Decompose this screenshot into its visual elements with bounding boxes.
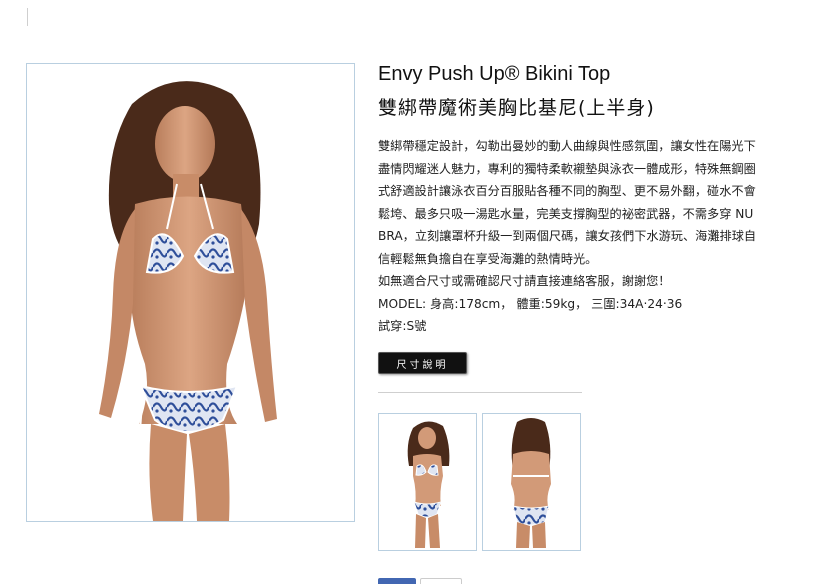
contact-note: 如無適合尺寸或需確認尺寸請直接連絡客服，謝謝您！ <box>378 274 671 288</box>
product-description: 雙綁帶穩定設計，勾勒出曼妙的動人曲線與性感氛圍，讓女性在陽光下 盡情閃耀迷人魅力… <box>378 135 786 338</box>
facebook-like-button[interactable] <box>378 578 416 584</box>
description-line: BRA，立刻讓罩杯升級一到兩個尺碼，讓女孩們下水游玩、海灘排球自 <box>378 229 757 243</box>
thumbnail-front[interactable] <box>378 413 477 551</box>
top-divider <box>27 8 28 26</box>
model-back-thumbnail <box>511 418 551 548</box>
description-line: 雙綁帶穩定設計，勾勒出曼妙的動人曲線與性感氛圍，讓女性在陽光下 <box>378 139 756 153</box>
description-line: 式舒適設計讓泳衣百分百服貼各種不同的胸型、更不易外翻，碰水不會 <box>378 184 756 198</box>
description-line: 盡情閃耀迷人魅力，專利的獨特柔軟襯墊與泳衣一體成形，特殊無鋼圈 <box>378 161 756 176</box>
thumbnail-back[interactable] <box>482 413 581 551</box>
facebook-share-button[interactable] <box>420 578 462 584</box>
description-line: 信輕鬆無負擔自在享受海灘的熱情時光。 <box>378 251 598 266</box>
description-line: 鬆垮、最多只吸一湯匙水量，完美支撐胸型的祕密武器，不需多穿 NU <box>378 206 754 221</box>
product-title-zh: 雙綁帶魔術美胸比基尼(上半身) <box>378 97 655 119</box>
fitting-size: 試穿:S號 <box>378 319 427 333</box>
model-measurements: MODEL: 身高:178cm， 體重:59kg， 三圍:34A‧24‧36 <box>378 296 683 311</box>
product-title-en: Envy Push Up® Bikini Top <box>378 63 611 85</box>
product-page: Envy Push Up® Bikini Top 雙綁帶魔術美胸比基尼(上半身)… <box>0 0 839 584</box>
model-front-photo <box>99 81 277 521</box>
size-guide-button[interactable]: 尺寸說明 <box>378 352 467 374</box>
main-product-image[interactable] <box>26 63 355 522</box>
model-front-thumbnail <box>407 421 450 548</box>
divider <box>378 392 582 393</box>
